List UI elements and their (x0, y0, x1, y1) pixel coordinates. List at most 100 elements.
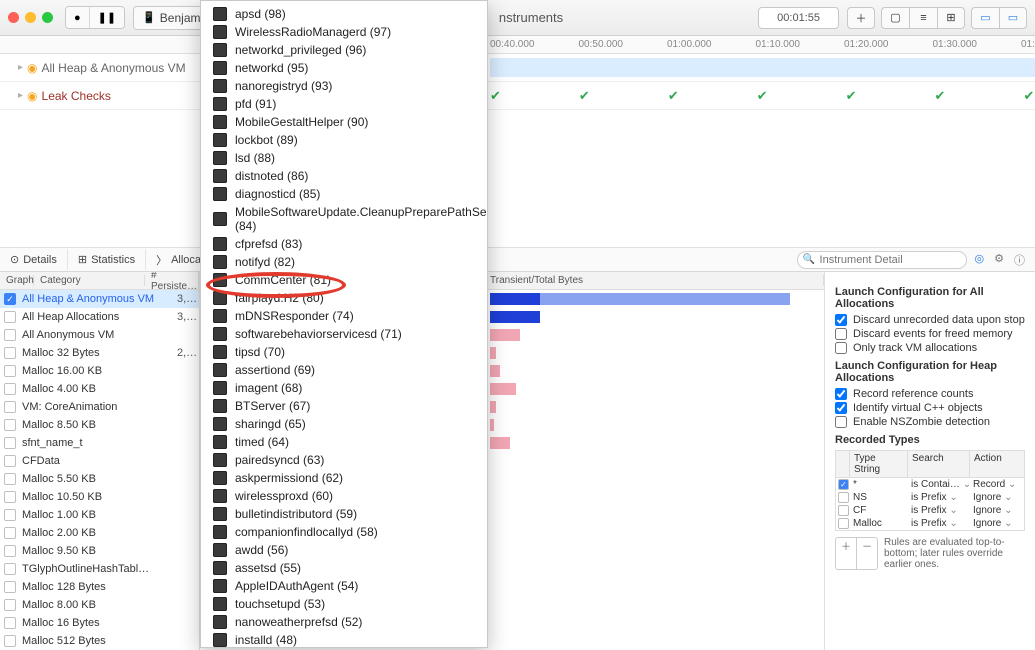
category-row[interactable]: CFData (0, 452, 199, 470)
tab-details[interactable]: ⊙ Details (0, 249, 68, 270)
graph-checkbox[interactable] (4, 617, 16, 629)
graph-checkbox[interactable]: ✓ (4, 293, 16, 305)
info-icon[interactable]: ⓘ (1014, 252, 1025, 268)
process-dropdown-item[interactable]: networkd (95) (201, 59, 487, 77)
type-rule-row[interactable]: ✓ * is Contai… ⌄ Record ⌄ (836, 478, 1024, 491)
process-dropdown-item[interactable]: assetsd (55) (201, 559, 487, 577)
config-option[interactable]: Discard events for freed memory (835, 328, 1025, 340)
recording-settings-icon[interactable]: ◎ (975, 252, 985, 268)
process-dropdown-item[interactable]: AppleIDAuthAgent (54) (201, 577, 487, 595)
process-dropdown-item[interactable]: diagnosticd (85) (201, 185, 487, 203)
category-row[interactable]: VM: CoreAnimation (0, 398, 199, 416)
process-dropdown-item[interactable]: cfprefsd (83) (201, 235, 487, 253)
graph-checkbox[interactable] (4, 419, 16, 431)
process-dropdown-item[interactable]: timed (64) (201, 433, 487, 451)
graph-checkbox[interactable] (4, 383, 16, 395)
category-row[interactable]: Malloc 512 Bytes (0, 632, 199, 650)
add-instrument-button[interactable]: ＋ (847, 7, 875, 29)
pause-button[interactable]: ❚❚ (90, 7, 124, 28)
config-option[interactable]: Only track VM allocations (835, 342, 1025, 354)
process-dropdown-item[interactable]: MobileSoftwareUpdate.CleanupPreparePathS… (201, 203, 487, 235)
process-dropdown-item[interactable]: pfd (91) (201, 95, 487, 113)
category-row[interactable]: Malloc 1.00 KB (0, 506, 199, 524)
graph-checkbox[interactable] (4, 581, 16, 593)
process-dropdown-item[interactable]: sharingd (65) (201, 415, 487, 433)
col-graph-header[interactable]: Graph (0, 275, 34, 286)
right-pane-toggle[interactable]: ▭ (999, 7, 1027, 29)
col-persist-header[interactable]: # Persiste… (145, 272, 199, 292)
track-allocations[interactable]: ▸ ◉ All Heap & Anonymous VM (0, 54, 1035, 82)
category-row[interactable]: ✓ All Heap & Anonymous VM 3,… (0, 290, 199, 308)
process-dropdown-item[interactable]: askpermissiond (62) (201, 469, 487, 487)
type-search[interactable]: is Contai… ⌄ (911, 479, 973, 490)
process-dropdown-item[interactable]: apsd (98) (201, 5, 487, 23)
type-rule-row[interactable]: Malloc is Prefix ⌄ Ignore ⌄ (836, 517, 1024, 530)
graph-checkbox[interactable] (4, 365, 16, 377)
process-dropdown-item[interactable]: BTServer (67) (201, 397, 487, 415)
category-row[interactable]: Malloc 9.50 KB (0, 542, 199, 560)
process-dropdown-item[interactable]: mDNSResponder (74) (201, 307, 487, 325)
type-checkbox[interactable] (838, 518, 849, 529)
type-action[interactable]: Ignore ⌄ (973, 505, 1022, 516)
graph-checkbox[interactable] (4, 635, 16, 647)
process-dropdown-item[interactable]: installd (48) (201, 631, 487, 648)
graph-checkbox[interactable] (4, 599, 16, 611)
left-pane-toggle[interactable]: ▭ (971, 7, 999, 29)
category-row[interactable]: TGlyphOutlineHashTabl… (0, 560, 199, 578)
category-row[interactable]: Malloc 2.00 KB (0, 524, 199, 542)
graph-checkbox[interactable] (4, 311, 16, 323)
category-row[interactable]: Malloc 4.00 KB (0, 380, 199, 398)
process-dropdown-item[interactable]: networkd_privileged (96) (201, 41, 487, 59)
close-window-icon[interactable] (8, 12, 19, 23)
process-dropdown-item[interactable]: distnoted (86) (201, 167, 487, 185)
zoom-window-icon[interactable] (42, 12, 53, 23)
config-option[interactable]: Enable NSZombie detection (835, 416, 1025, 428)
graph-checkbox[interactable] (4, 509, 16, 521)
type-search[interactable]: is Prefix ⌄ (911, 505, 973, 516)
type-checkbox[interactable] (838, 505, 849, 516)
process-dropdown-item[interactable]: companionfindlocallyd (58) (201, 523, 487, 541)
minimize-window-icon[interactable] (25, 12, 36, 23)
process-dropdown-item[interactable]: WirelessRadioManagerd (97) (201, 23, 487, 41)
category-row[interactable]: Malloc 10.50 KB (0, 488, 199, 506)
process-dropdown-item[interactable]: wirelessproxd (60) (201, 487, 487, 505)
config-checkbox[interactable] (835, 388, 847, 400)
record-button[interactable]: ● (66, 7, 90, 28)
graph-checkbox[interactable] (4, 401, 16, 413)
process-dropdown-item[interactable]: bulletindistributord (59) (201, 505, 487, 523)
type-checkbox[interactable] (838, 492, 849, 503)
category-row[interactable]: Malloc 16.00 KB (0, 362, 199, 380)
timeline-ruler[interactable]: 00:40.000 00:50.000 01:00.000 01:10.000 … (0, 36, 1035, 54)
process-dropdown-item[interactable]: nanoregistryd (93) (201, 77, 487, 95)
view-mode-2-button[interactable]: ≡ (909, 7, 937, 29)
process-dropdown-item[interactable]: pairedsyncd (63) (201, 451, 487, 469)
type-action[interactable]: Record ⌄ (973, 479, 1022, 490)
process-dropdown-item[interactable]: nanoweatherprefsd (52) (201, 613, 487, 631)
graph-checkbox[interactable] (4, 491, 16, 503)
category-row[interactable]: Malloc 8.00 KB (0, 596, 199, 614)
config-option[interactable]: Identify virtual C++ objects (835, 402, 1025, 414)
type-action[interactable]: Ignore ⌄ (973, 518, 1022, 529)
type-rule-row[interactable]: CF is Prefix ⌄ Ignore ⌄ (836, 504, 1024, 517)
config-checkbox[interactable] (835, 314, 847, 326)
category-row[interactable]: Malloc 128 Bytes (0, 578, 199, 596)
config-checkbox[interactable] (835, 328, 847, 340)
config-checkbox[interactable] (835, 402, 847, 414)
gear-icon[interactable]: ⚙ (994, 252, 1004, 268)
config-checkbox[interactable] (835, 342, 847, 354)
process-dropdown-item[interactable]: notifyd (82) (201, 253, 487, 271)
view-mode-1-button[interactable]: ▢ (881, 7, 909, 29)
graph-checkbox[interactable] (4, 473, 16, 485)
process-dropdown-item[interactable]: assertiond (69) (201, 361, 487, 379)
category-row[interactable]: All Anonymous VM (0, 326, 199, 344)
process-dropdown-item[interactable]: awdd (56) (201, 541, 487, 559)
config-option[interactable]: Record reference counts (835, 388, 1025, 400)
type-checkbox[interactable]: ✓ (838, 479, 849, 490)
process-dropdown-item[interactable]: MobileGestaltHelper (90) (201, 113, 487, 131)
process-dropdown-item[interactable]: fairplayd.H2 (80) (201, 289, 487, 307)
graph-checkbox[interactable] (4, 347, 16, 359)
config-option[interactable]: Discard unrecorded data upon stop (835, 314, 1025, 326)
graph-checkbox[interactable] (4, 329, 16, 341)
col-category-header[interactable]: Category (34, 275, 145, 286)
category-row[interactable]: Malloc 32 Bytes 2,… (0, 344, 199, 362)
